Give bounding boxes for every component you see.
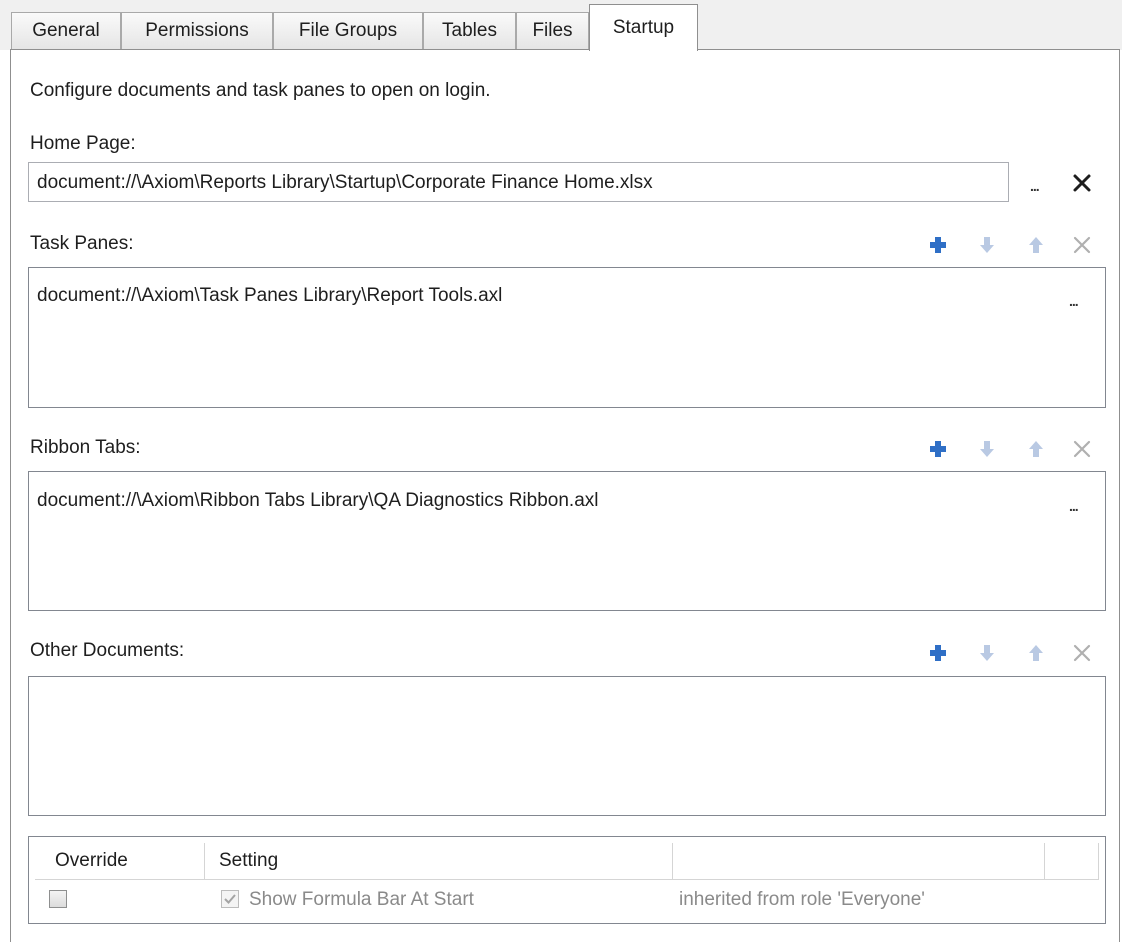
home-page-input[interactable]: document://\Axiom\Reports Library\Startu… [28,162,1009,202]
ribbon-tabs-move-down-button [976,438,998,460]
arrow-down-icon [980,237,994,253]
column-header-spacer [1045,843,1099,880]
task-panes-list[interactable]: document://\Axiom\Task Panes Library\Rep… [28,267,1106,408]
checkmark-icon [224,894,236,904]
arrow-up-icon [1029,645,1043,661]
other-documents-list[interactable] [28,676,1106,816]
task-panes-label: Task Panes: [30,233,134,254]
other-documents-remove-button [1071,642,1093,664]
inherited-note: inherited from role 'Everyone' [679,889,925,910]
tab-strip: General Permissions File Groups Tables F… [0,0,1122,51]
ribbon-tabs-remove-button [1071,438,1093,460]
home-page-value: document://\Axiom\Reports Library\Startu… [37,172,653,193]
other-documents-move-down-button [976,642,998,664]
arrow-down-icon [980,645,994,661]
tab-label: Tables [442,20,497,41]
home-page-browse-button[interactable]: ... [1030,179,1040,193]
list-item[interactable]: document://\Axiom\Ribbon Tabs Library\QA… [37,490,598,512]
settings-grid: Override Setting Show Formula Bar At Sta… [28,836,1106,924]
column-header-inherited[interactable] [673,843,1045,880]
ribbon-tabs-move-up-button [1025,438,1047,460]
task-panes-remove-button [1071,234,1093,256]
other-documents-add-button[interactable] [927,642,949,664]
ribbon-tabs-add-button[interactable] [927,438,949,460]
column-header-setting[interactable]: Setting [205,843,673,880]
tab-general[interactable]: General [11,12,121,49]
description-text: Configure documents and task panes to op… [30,80,491,101]
setting-checkbox [221,890,239,908]
tab-label: File Groups [298,20,398,41]
ribbon-tabs-label: Ribbon Tabs: [30,437,141,458]
plus-icon [930,237,946,253]
tab-files[interactable]: Files [516,12,589,49]
home-page-clear-button[interactable] [1071,172,1093,194]
other-documents-move-up-button [1025,642,1047,664]
ribbon-tabs-browse-button[interactable]: ... [1069,499,1079,513]
table-row: Show Formula Bar At Start inherited from… [35,881,1099,919]
close-icon [1073,174,1091,192]
plus-icon [930,645,946,661]
tab-label: Permissions [145,20,249,41]
close-icon [1073,644,1091,662]
tab-label: Files [532,20,573,41]
arrow-up-icon [1029,441,1043,457]
ribbon-tabs-list[interactable]: document://\Axiom\Ribbon Tabs Library\QA… [28,471,1106,611]
tab-tables[interactable]: Tables [423,12,516,49]
tab-label: General [32,20,100,41]
setting-label: Show Formula Bar At Start [249,889,474,910]
tab-file-groups[interactable]: File Groups [273,12,423,49]
task-panes-add-button[interactable] [927,234,949,256]
tab-permissions[interactable]: Permissions [121,12,273,49]
override-checkbox[interactable] [49,890,67,908]
plus-icon [930,441,946,457]
arrow-up-icon [1029,237,1043,253]
task-panes-move-down-button [976,234,998,256]
column-header-override[interactable]: Override [35,843,205,880]
arrow-down-icon [980,441,994,457]
close-icon [1073,440,1091,458]
close-icon [1073,236,1091,254]
home-page-label: Home Page: [30,133,136,154]
tab-startup[interactable]: Startup [589,4,698,51]
list-item[interactable]: document://\Axiom\Task Panes Library\Rep… [37,285,502,307]
other-documents-label: Other Documents: [30,640,185,661]
task-panes-browse-button[interactable]: ... [1069,294,1079,308]
tab-label: Startup [612,17,675,38]
task-panes-move-up-button [1025,234,1047,256]
